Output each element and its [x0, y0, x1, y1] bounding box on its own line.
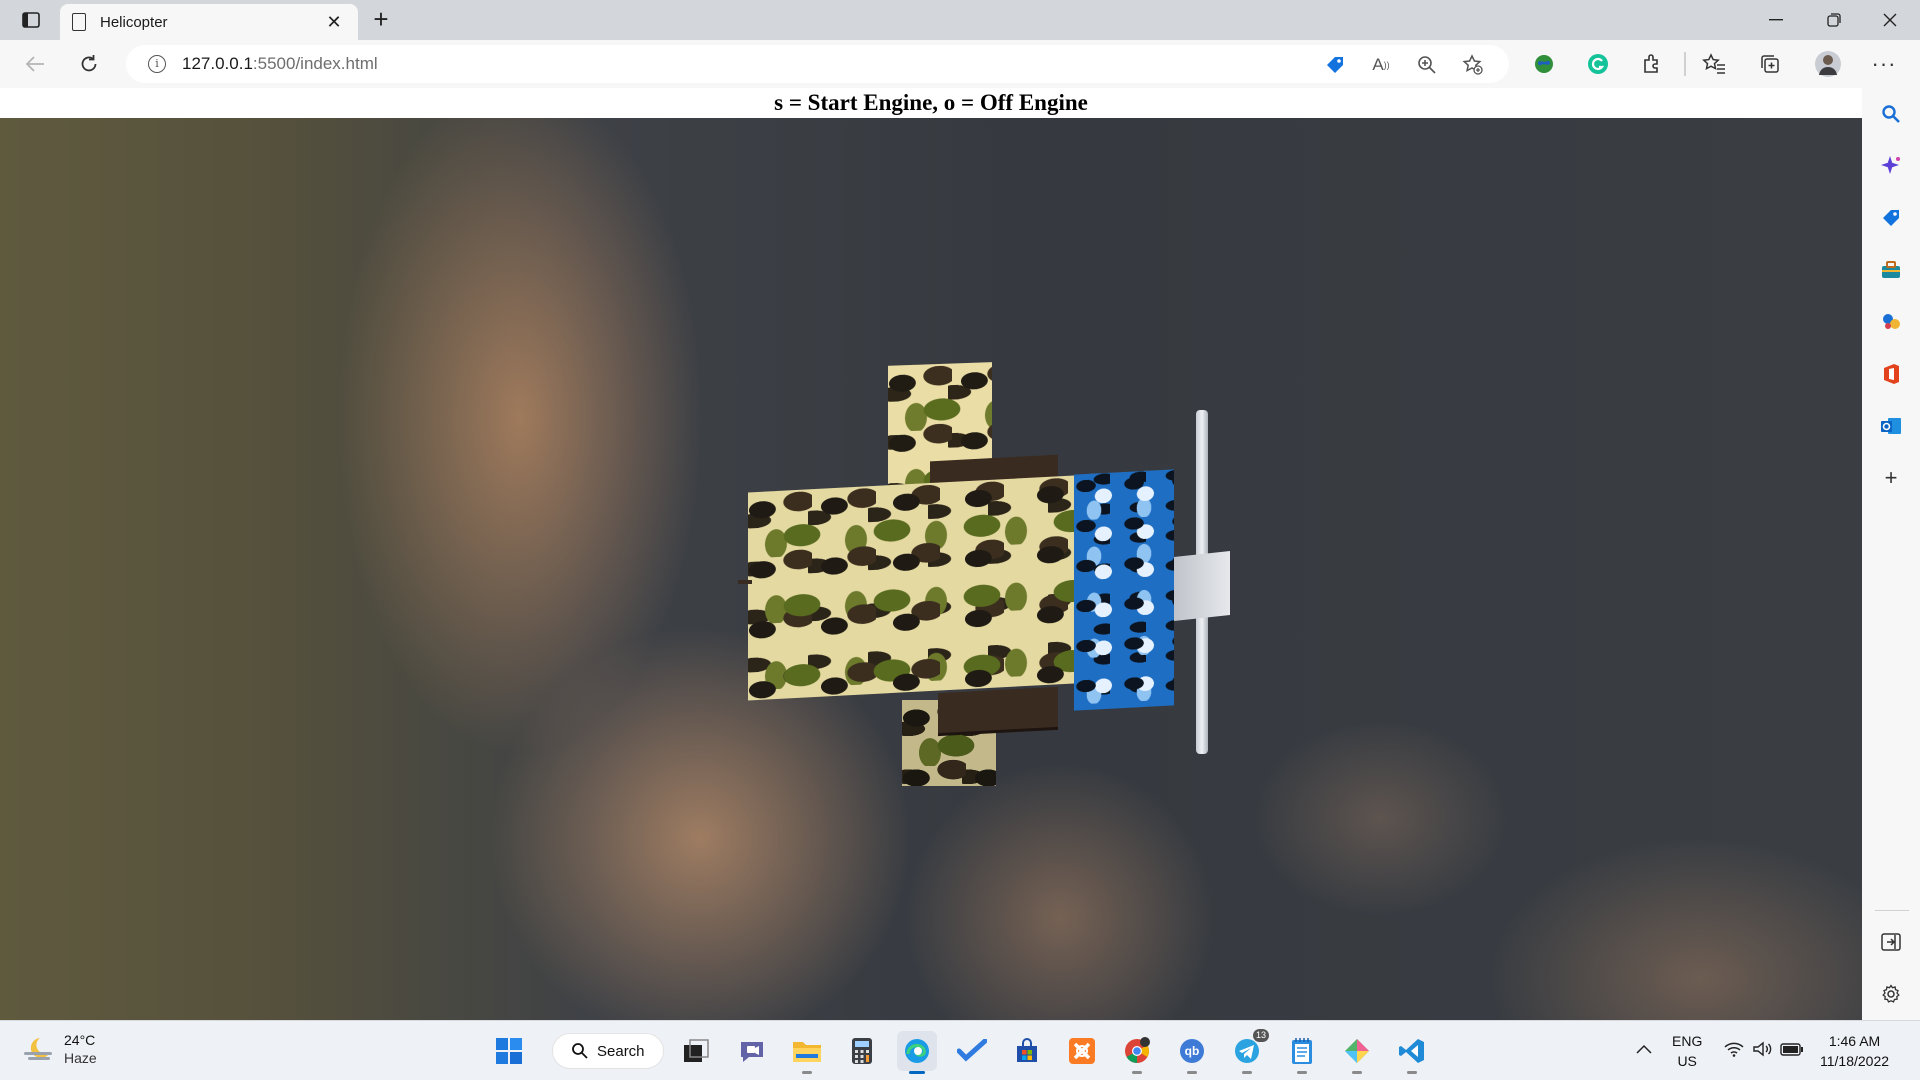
- xampp-icon[interactable]: [1062, 1031, 1102, 1071]
- system-tray-icons[interactable]: [1724, 1041, 1804, 1057]
- coupon-tag-icon[interactable]: [1321, 51, 1349, 79]
- language-indicator[interactable]: ENG US: [1672, 1031, 1702, 1071]
- close-tab-icon[interactable]: ✕: [322, 12, 346, 33]
- nose-stub: [738, 580, 752, 584]
- sidebar-divider: [1875, 910, 1909, 911]
- edge-icon[interactable]: [897, 1031, 937, 1074]
- teams-chat-icon[interactable]: [732, 1031, 772, 1071]
- tab-helicopter[interactable]: Helicopter ✕: [60, 4, 358, 40]
- add-favorite-icon[interactable]: [1459, 51, 1487, 79]
- clock-date: 11/18/2022: [1820, 1053, 1890, 1069]
- back-button[interactable]: [18, 48, 52, 80]
- telegram-icon[interactable]: 13: [1227, 1029, 1269, 1074]
- taskbar-search[interactable]: Search: [552, 1033, 664, 1069]
- new-tab-button[interactable]: +: [366, 6, 396, 34]
- taskbar-search-label: Search: [597, 1042, 645, 1060]
- lang-top: ENG: [1672, 1033, 1703, 1049]
- url-text[interactable]: 127.0.0.1:5500/index.html: [182, 54, 378, 74]
- sidebar-hide-icon[interactable]: [1875, 926, 1907, 958]
- lang-bottom: US: [1677, 1053, 1697, 1069]
- notepad-icon[interactable]: [1282, 1031, 1322, 1074]
- sidebar-add-icon[interactable]: +: [1875, 462, 1907, 494]
- page-heading: s = Start Engine, o = Off Engine: [0, 88, 1862, 118]
- chrome-icon[interactable]: [1117, 1031, 1157, 1074]
- tab-title: Helicopter: [100, 13, 168, 31]
- sidebar-outlook-icon[interactable]: [1875, 410, 1907, 442]
- address-bar[interactable]: i 127.0.0.1:5500/index.html A)): [126, 45, 1509, 83]
- sidebar-shopping-icon[interactable]: [1875, 202, 1907, 234]
- edge-sidebar: +: [1862, 88, 1920, 1020]
- sidebar-office-icon[interactable]: [1875, 358, 1907, 390]
- clock[interactable]: 1:46 AM 11/18/2022: [1820, 1031, 1889, 1071]
- globe-extension-icon[interactable]: [1528, 48, 1560, 80]
- windows-taskbar: 24°C Haze Search qb 13 ENG US 1:46 AM 11…: [0, 1020, 1920, 1080]
- svg-text:qb: qb: [1185, 1044, 1200, 1058]
- qbittorrent-icon[interactable]: qb: [1172, 1031, 1212, 1074]
- battery-icon: [1780, 1043, 1803, 1056]
- sidebar-search-icon[interactable]: [1875, 98, 1907, 130]
- start-menu-icon[interactable]: [489, 1031, 529, 1071]
- grammarly-icon[interactable]: [1582, 48, 1614, 80]
- file-explorer-icon[interactable]: [787, 1031, 827, 1074]
- gitkraken-icon[interactable]: [1337, 1031, 1377, 1074]
- restore-button[interactable]: [1806, 0, 1862, 40]
- tail-rotor-hub: [1174, 551, 1230, 621]
- page-viewport: s = Start Engine, o = Off Engine: [0, 88, 1862, 1020]
- browser-toolbar: i 127.0.0.1:5500/index.html A)) ···: [0, 40, 1920, 88]
- volume-icon: [1753, 1041, 1772, 1057]
- close-window-button[interactable]: [1862, 0, 1918, 40]
- favorites-icon[interactable]: [1698, 48, 1730, 80]
- profile-avatar[interactable]: [1812, 48, 1844, 80]
- taskbar-search-icon: [572, 1043, 588, 1059]
- weather-widget[interactable]: 24°C Haze: [22, 1031, 97, 1067]
- show-hidden-icons[interactable]: [1636, 1039, 1652, 1059]
- store-icon[interactable]: [1007, 1031, 1047, 1071]
- wifi-icon: [1724, 1042, 1744, 1057]
- todo-icon[interactable]: [952, 1031, 992, 1071]
- url-path: :5500/index.html: [252, 54, 378, 73]
- telegram-badge: 13: [1252, 1029, 1269, 1042]
- zoom-icon[interactable]: [1413, 51, 1441, 79]
- haze-moon-icon: [24, 1038, 52, 1060]
- more-menu-icon[interactable]: ···: [1868, 48, 1900, 80]
- calculator-icon[interactable]: [842, 1031, 882, 1071]
- site-info-icon[interactable]: i: [148, 55, 166, 73]
- refresh-button[interactable]: [72, 48, 106, 80]
- tab-actions-icon[interactable]: [14, 8, 48, 32]
- read-aloud-icon[interactable]: A)): [1367, 51, 1395, 79]
- weather-temp: 24°C: [64, 1032, 96, 1048]
- title-bar: Helicopter ✕ +: [0, 0, 1920, 40]
- extensions-icon[interactable]: [1636, 48, 1668, 80]
- helicopter-tail: [1074, 469, 1174, 711]
- page-icon: [72, 13, 86, 31]
- url-host: 127.0.0.1: [182, 54, 253, 73]
- helicopter-body: [748, 475, 1074, 701]
- sidebar-settings-icon[interactable]: [1875, 978, 1907, 1010]
- webgl-scene[interactable]: [0, 118, 1862, 1020]
- task-view-icon[interactable]: [676, 1031, 716, 1071]
- clock-time: 1:46 AM: [1828, 1033, 1881, 1049]
- sidebar-copilot-icon[interactable]: [1875, 150, 1907, 182]
- minimize-button[interactable]: [1748, 0, 1804, 40]
- vscode-icon[interactable]: [1392, 1031, 1432, 1074]
- skid-bottom: [938, 686, 1058, 734]
- collections-icon[interactable]: [1754, 48, 1786, 80]
- sidebar-games-icon[interactable]: [1875, 306, 1907, 338]
- weather-condition: Haze: [64, 1050, 97, 1066]
- sidebar-tools-icon[interactable]: [1875, 254, 1907, 286]
- toolbar-divider: [1684, 52, 1686, 76]
